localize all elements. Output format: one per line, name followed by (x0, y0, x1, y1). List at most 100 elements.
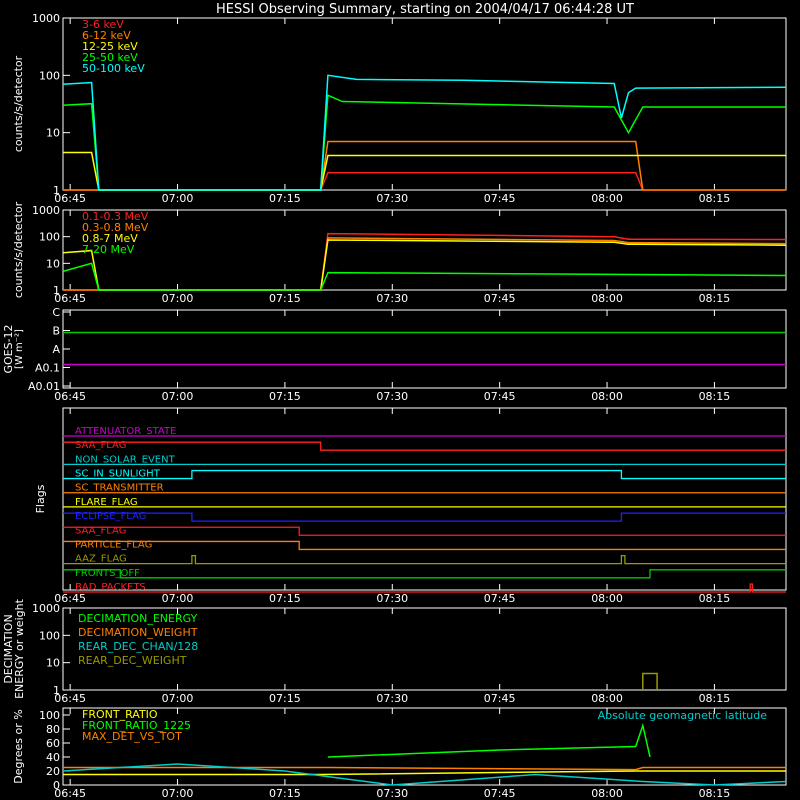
ratios-ytick-label: 60 (46, 737, 60, 750)
decimation-xtick-label: 07:30 (376, 692, 408, 705)
rate-low-ylabel: counts/s/detector (12, 55, 25, 152)
flags-xtick-label: 08:00 (591, 592, 623, 605)
rate-high-ytick-label: 1000 (32, 204, 60, 217)
rate-high-xtick-label: 07:30 (376, 292, 408, 305)
flag-label: FLARE_FLAG (75, 497, 138, 508)
ratios-xtick-label: 07:00 (162, 787, 194, 800)
rate-high-ytick-label: 1 (53, 284, 60, 297)
ratios-legend-entry: MAX_DET_VS_TOT (82, 730, 182, 743)
ratios-ytick-label: 20 (46, 765, 60, 778)
rate-high-xtick-label: 07:45 (484, 292, 516, 305)
decimation-legend-entry: REAR_DEC_WEIGHT (78, 654, 187, 667)
flags-xtick-label: 08:15 (699, 592, 731, 605)
goes-ytick-label: A0.01 (28, 380, 60, 393)
ratios-xtick-label: 07:30 (376, 787, 408, 800)
decimation-xtick-label: 08:15 (699, 692, 731, 705)
ratios-series-line (327, 722, 651, 758)
decimation-xtick-label: 07:00 (162, 692, 194, 705)
rate-low-ytick-label: 100 (39, 69, 60, 82)
rate-high-legend-entry: 7-20 MeV (82, 243, 135, 256)
ratios-annotation: Absolute geomagnetic latitude (598, 709, 768, 722)
flag-line (63, 526, 786, 536)
rate-low-xtick-label: 07:45 (484, 192, 516, 205)
goes-xtick-label: 07:45 (484, 390, 516, 403)
flag-label: ECLIPSE_FLAG (75, 511, 146, 522)
flag-line (63, 512, 786, 522)
decimation-ylabel2: ENERGY or weight (13, 598, 26, 698)
flag-line (63, 540, 786, 551)
rate-high-series-line (62, 239, 787, 291)
hessi-summary-chart: HESSI Observing Summary, starting on 200… (2, 2, 787, 800)
rate-high-frame (62, 209, 787, 291)
rate-low-xtick-label: 07:30 (376, 192, 408, 205)
rate-high-series-line (62, 262, 787, 291)
ratios-ytick-label: 80 (46, 723, 60, 736)
goes-ytick-label: A0.1 (35, 362, 60, 375)
ratios-xtick-label: 07:15 (269, 787, 301, 800)
flag-line (63, 569, 786, 579)
goes-xtick-label: 07:00 (162, 390, 194, 403)
goes-yunit: [W m⁻²] (14, 329, 25, 369)
rate-high-xtick-label: 08:15 (699, 292, 731, 305)
decimation-ytick-label: 100 (39, 629, 60, 642)
ratios-ytick-label: 100 (39, 709, 60, 722)
rate-high-series-line (63, 237, 787, 291)
decimation-ytick-label: 1000 (32, 602, 60, 615)
rate-high-xtick-label: 08:00 (591, 292, 623, 305)
goes-xtick-label: 07:30 (376, 390, 408, 403)
flag-line (63, 583, 786, 593)
ratios-ytick-label: 0 (53, 779, 60, 792)
ratios-ytick-label: 40 (46, 751, 60, 764)
flag-label: SC_TRANSMITTER (75, 483, 164, 494)
flags-ylabel: Flags (34, 484, 47, 513)
rate-high-ytick-label: 10 (46, 257, 60, 270)
flags-xtick-label: 07:45 (484, 592, 516, 605)
flag-line (63, 554, 786, 565)
rate-low-ytick-label: 1 (53, 184, 60, 197)
decimation-ytick-label: 1 (53, 684, 60, 697)
flag-label: SAA_FLAG (75, 525, 126, 536)
rate-low-xtick-label: 07:15 (269, 192, 301, 205)
rate-high-series-line (63, 232, 787, 291)
decimation-xtick-label: 07:15 (269, 692, 301, 705)
goes-xtick-label: 07:15 (269, 390, 301, 403)
ratios-xtick-label: 08:00 (591, 787, 623, 800)
rate-low-xtick-label: 08:15 (699, 192, 731, 205)
rate-low-legend-entry: 50-100 keV (82, 62, 145, 75)
goes-ytick-label: C (52, 306, 60, 319)
flag-label: FRONTS_OFF (75, 568, 140, 579)
ratios-xtick-label: 08:15 (699, 787, 731, 800)
rate-low-frame (62, 17, 787, 191)
flags-xtick-label: 07:00 (162, 592, 194, 605)
goes-ytick-label: B (52, 325, 60, 338)
flags-xtick-label: 07:15 (269, 592, 301, 605)
flag-label: SAA_FLAG (75, 440, 126, 451)
rate-low-xtick-label: 08:00 (591, 192, 623, 205)
flags-xtick-label: 07:30 (376, 592, 408, 605)
goes-xtick-label: 08:00 (591, 390, 623, 403)
goes-ytick-label: A (52, 343, 60, 356)
ratios-xtick-label: 07:45 (484, 787, 516, 800)
ratios-series-line (63, 766, 786, 771)
goes-xtick-label: 08:15 (699, 390, 731, 403)
rate-high-xtick-label: 07:00 (162, 292, 194, 305)
rate-low-series-line (62, 94, 786, 191)
ratios-ylabel: Degrees or % (12, 709, 25, 783)
rate-low-ytick-label: 10 (46, 127, 60, 140)
rate-low-xtick-label: 07:00 (162, 192, 194, 205)
rate-low-series-line (63, 151, 786, 191)
decimation-series-line (642, 672, 658, 690)
flag-label: ATTENUATOR_STATE (75, 426, 176, 437)
flag-label: NON_SOLAR_EVENT (75, 454, 176, 465)
hessi-summary-figure: HESSI Observing Summary, starting on 200… (0, 0, 800, 800)
decimation-xtick-label: 07:45 (484, 692, 516, 705)
flag-line (63, 441, 786, 451)
flag-label: SC_IN_SUNLIGHT (75, 469, 161, 480)
ratios-series-line (63, 770, 786, 776)
flag-line (63, 469, 786, 480)
decimation-xtick-label: 08:00 (591, 692, 623, 705)
rate-high-ylabel: counts/s/detector (12, 201, 25, 298)
decimation-legend-entry: DECIMATION_ENERGY (78, 612, 198, 625)
decimation-ytick-label: 10 (46, 657, 60, 670)
rate-low-series-line (63, 140, 786, 191)
